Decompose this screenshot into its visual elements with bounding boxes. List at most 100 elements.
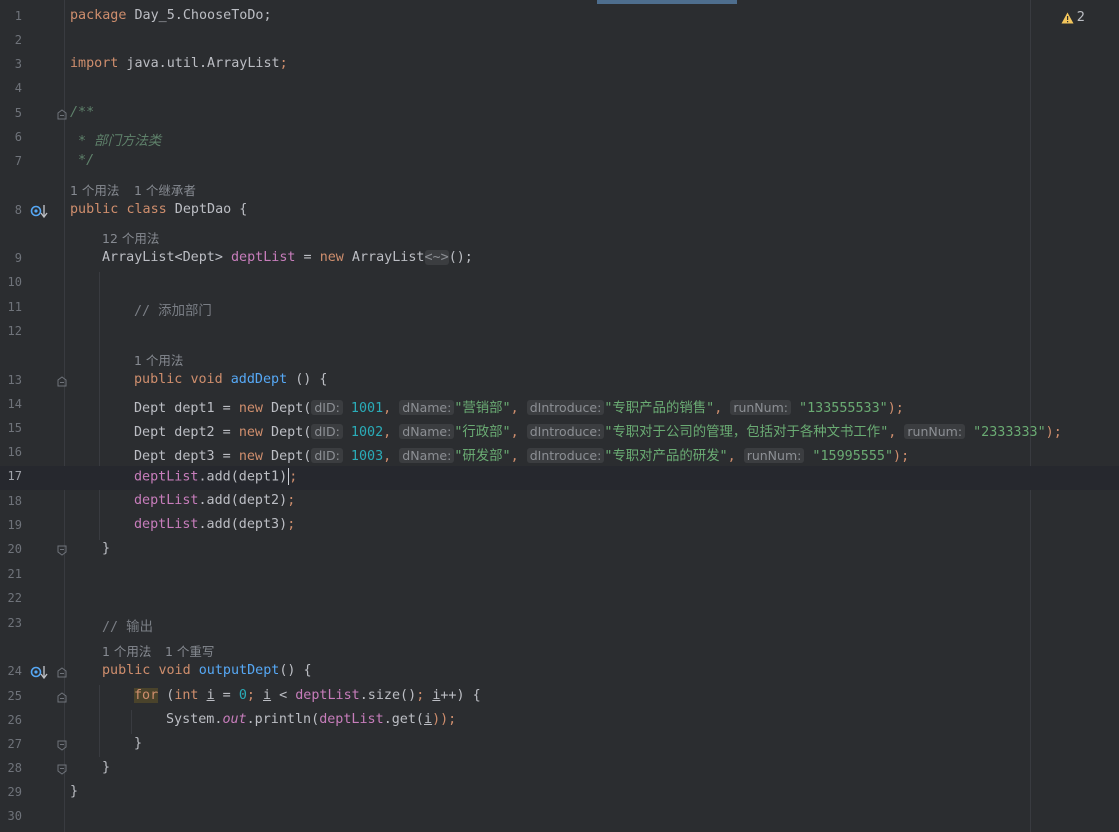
close-brace: }: [134, 736, 143, 751]
keyword: public: [134, 372, 183, 387]
code-line[interactable]: 6 * 部门方法类: [0, 127, 1119, 151]
line-number: 13: [7, 373, 22, 387]
code-line[interactable]: 14 Dept dept1 = new Dept(dID: 1001, dNam…: [0, 394, 1119, 418]
code-line[interactable]: 9 ArrayList<Dept> deptList = new ArrayLi…: [0, 248, 1119, 272]
fold-end-icon[interactable]: [57, 545, 67, 556]
keyword: new: [238, 449, 263, 464]
punctuation: () {: [287, 372, 328, 387]
usages-hint[interactable]: 1 个用法: [102, 641, 151, 660]
punctuation: );: [893, 449, 910, 464]
code-line[interactable]: 5 /**: [0, 103, 1119, 127]
operator: =: [295, 250, 320, 265]
code-line[interactable]: 22: [0, 588, 1119, 612]
inheritors-hint[interactable]: 1 个继承者: [134, 180, 196, 199]
number-literal: 1001: [350, 401, 384, 416]
code-line[interactable]: 1 package Day_5.ChooseToDo;: [0, 6, 1119, 30]
keyword: public: [70, 202, 119, 217]
fold-end-icon[interactable]: [57, 740, 67, 751]
fold-collapse-icon[interactable]: [57, 376, 67, 387]
close-brace: }: [102, 541, 111, 556]
code-line[interactable]: 23 // 输出: [0, 613, 1119, 637]
comma: ,: [383, 401, 400, 416]
line-number: 14: [7, 397, 22, 411]
code-line[interactable]: 29 }: [0, 782, 1119, 806]
inlay-hint-line: 1 个用法: [0, 346, 1119, 370]
comma: ,: [714, 401, 731, 416]
usages-hint[interactable]: 12 个用法: [102, 228, 159, 247]
keyword: public: [102, 663, 151, 678]
implemented-by-icon[interactable]: [30, 203, 50, 221]
code-line[interactable]: 20 }: [0, 539, 1119, 563]
code-line[interactable]: 25 for (int i = 0; i < deptList.size(); …: [0, 686, 1119, 710]
line-number: 6: [14, 130, 22, 144]
line-number: 26: [7, 713, 22, 727]
usages-hint[interactable]: 1 个用法: [70, 180, 119, 199]
punctuation: (: [158, 688, 175, 703]
tab-scroll-indicator: [597, 0, 737, 4]
semicolon: ;: [279, 56, 288, 71]
close-brace: }: [102, 760, 111, 775]
code-line-current[interactable]: 17 deptList.add(dept1);: [0, 466, 1119, 490]
code-line[interactable]: 28 }: [0, 758, 1119, 782]
code-line[interactable]: 11 // 添加部门: [0, 297, 1119, 321]
code-line[interactable]: 27 }: [0, 734, 1119, 758]
constructor: Dept(: [263, 401, 312, 416]
code-editor[interactable]: 2 1 package Day_5.ChooseToDo; 2 3 import…: [0, 0, 1119, 832]
punctuation: () {: [279, 663, 312, 678]
fold-end-icon[interactable]: [57, 764, 67, 775]
code-line[interactable]: 30: [0, 806, 1119, 830]
string-literal: "15995555": [812, 449, 894, 464]
code-line[interactable]: 2: [0, 30, 1119, 54]
number-literal: 0: [238, 688, 247, 703]
comma: ,: [383, 449, 400, 464]
constructor: Dept(: [263, 425, 312, 440]
keyword: package: [70, 8, 127, 23]
code-line[interactable]: 13 public void addDept () {: [0, 370, 1119, 394]
comma: ,: [727, 449, 744, 464]
semicolon: ;: [287, 517, 296, 532]
keyword: void: [190, 372, 223, 387]
code-line[interactable]: 15 Dept dept2 = new Dept(dID: 1002, dNam…: [0, 418, 1119, 442]
code-line[interactable]: 10: [0, 272, 1119, 296]
comma: ,: [510, 449, 527, 464]
line-number: 29: [7, 785, 22, 799]
line-number: 16: [7, 445, 22, 459]
code-line[interactable]: 26 System.out.println(deptList.get(i));: [0, 710, 1119, 734]
line-number: 23: [7, 616, 22, 630]
line-number: 5: [14, 106, 22, 120]
code-line[interactable]: 19 deptList.add(dept3);: [0, 515, 1119, 539]
fold-collapse-icon[interactable]: [57, 692, 67, 703]
punctuation: );: [1045, 425, 1062, 440]
diamond-hint[interactable]: <~>: [424, 250, 449, 265]
method-call: .get(: [383, 712, 424, 727]
code-line[interactable]: 4: [0, 78, 1119, 102]
method-call: .size(): [359, 688, 417, 703]
line-number: 24: [7, 664, 22, 678]
line-number: 25: [7, 689, 22, 703]
usages-hint[interactable]: 1 个用法: [134, 350, 183, 369]
code-line[interactable]: 3 import java.util.ArrayList;: [0, 54, 1119, 78]
string-literal: "133555533": [799, 401, 888, 416]
declaration: Dept dept3 =: [134, 449, 239, 464]
overrides-hint[interactable]: 1 个重写: [165, 641, 214, 660]
string-literal: "专职对产品的研发": [604, 449, 728, 464]
param-hint: dIntroduce:: [526, 424, 605, 439]
code-line[interactable]: 16 Dept dept3 = new Dept(dID: 1003, dNam…: [0, 442, 1119, 466]
punctuation: ();: [448, 250, 473, 265]
param-hint: dIntroduce:: [526, 448, 605, 463]
code-line[interactable]: 12: [0, 321, 1119, 345]
code-line[interactable]: 18 deptList.add(dept2);: [0, 491, 1119, 515]
code-line[interactable]: 24 public void outputDept() {: [0, 661, 1119, 685]
fold-collapse-icon[interactable]: [57, 109, 67, 120]
overridden-by-icon[interactable]: [30, 664, 50, 682]
code-line[interactable]: 21: [0, 564, 1119, 588]
fold-collapse-icon[interactable]: [57, 667, 67, 678]
punctuation: );: [887, 401, 904, 416]
code-line[interactable]: 7 */: [0, 151, 1119, 175]
line-number: 4: [14, 81, 22, 95]
semicolon: ;: [287, 493, 296, 508]
string-literal: "专职产品的销售": [604, 401, 715, 416]
line-comment: // 添加部门: [134, 304, 212, 319]
operator: <: [271, 688, 296, 703]
code-line[interactable]: 8 public class DeptDao {: [0, 200, 1119, 224]
